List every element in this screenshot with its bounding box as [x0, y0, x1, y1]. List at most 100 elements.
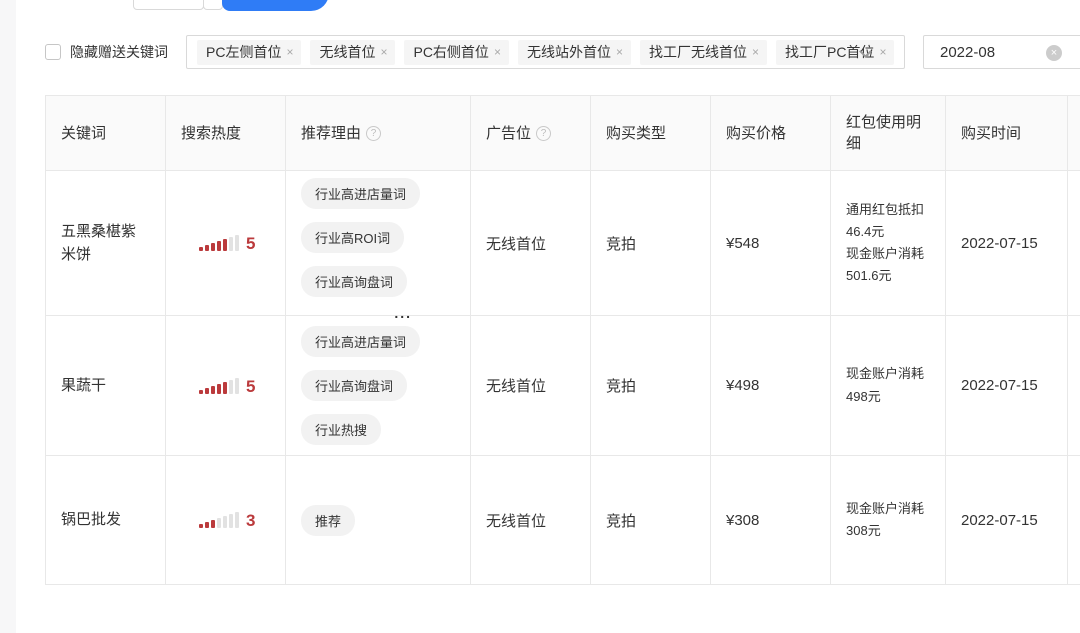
header-label-wrap: 红包使用明细: [846, 112, 930, 154]
header-label-wrap: 关键词: [61, 123, 106, 144]
header-cell-1: 关键词: [46, 96, 166, 170]
position-tag-label: PC左侧首位: [206, 42, 281, 62]
keyword-text: 五黑桑椹紫米饼: [61, 220, 145, 267]
purchase-time-text: 2022-07-15: [961, 377, 1038, 394]
cell-purchase-time: 2022-07-15: [946, 171, 1068, 315]
red-packet-line: 现金账户消耗498元: [846, 363, 930, 407]
cell-red-packet-detail: 现金账户消耗308元: [831, 456, 946, 584]
position-tag-chip[interactable]: 找工厂PC首位×: [776, 40, 894, 65]
purchase-time-text: 2022-07-15: [961, 235, 1038, 252]
header-label-wrap: 广告位?: [486, 123, 551, 144]
keyword-purchase-table: 关键词 搜索热度 推荐理由? 广告位? 购买类型 购买价格 红包使用明细 购买时间 五黑桑椹紫…: [45, 95, 1080, 585]
cell-search-heat: 5: [166, 171, 286, 315]
table-row: 果蔬干5行业高进店量词行业高询盘词行业热搜无线首位竞拍¥498现金账户消耗498…: [46, 316, 1080, 456]
header-label-wrap: 购买时间: [961, 123, 1021, 144]
header-cell-2: 搜索热度: [166, 96, 286, 170]
remove-tag-icon[interactable]: ×: [286, 45, 293, 59]
cell-ad-position: 无线首位: [471, 316, 591, 455]
remove-tag-icon[interactable]: ×: [879, 45, 886, 59]
top-partial-control-2[interactable]: [203, 0, 223, 10]
header-cell-6: 购买价格: [711, 96, 831, 170]
keyword-text: 果蔬干: [61, 374, 106, 397]
reason-tags: 行业高进店量词行业高ROI词行业高询盘词...: [301, 178, 420, 308]
header-cell-4: 广告位?: [471, 96, 591, 170]
ad-position-text: 无线首位: [486, 375, 546, 396]
reason-tag-chip: 行业高进店量词: [301, 326, 420, 357]
header-cell-8: 购买时间: [946, 96, 1068, 170]
column-header-label: 广告位: [486, 123, 531, 144]
table-row: 锅巴批发 3 推荐 无线首位 竞拍 ¥308 现金账户消耗308元 2022-07-15: [46, 456, 1080, 584]
column-header-label: 购买类型: [606, 123, 666, 144]
position-tag-label: 找工厂无线首位: [649, 42, 747, 62]
reason-tag-chip: 推荐: [301, 505, 355, 536]
red-packet-line: 现金账户消耗501.6元: [846, 243, 930, 287]
clear-date-icon[interactable]: ×: [1046, 45, 1062, 61]
red-packet-lines: 现金账户消耗308元: [846, 498, 930, 542]
cell-purchase-time: 2022-07-15: [946, 456, 1068, 584]
column-header-label: 购买时间: [961, 123, 1021, 144]
cell-ad-position: 无线首位: [471, 171, 591, 315]
remove-tag-icon[interactable]: ×: [380, 45, 387, 59]
cell-purchase-type: 竞拍: [591, 171, 711, 315]
header-label-wrap: 搜索热度: [181, 123, 241, 144]
purchase-type-text: 竞拍: [606, 233, 636, 254]
cell-search-heat: 5: [166, 316, 286, 455]
cell-ad-position: 无线首位: [471, 456, 591, 584]
position-tag-chip[interactable]: 无线首位×: [310, 40, 395, 65]
reason-tag-chip: 行业高ROI词: [301, 222, 404, 253]
cell-keyword: 锅巴批发: [46, 456, 166, 584]
position-tag-chip[interactable]: 无线站外首位×: [518, 40, 631, 65]
header-cell-3: 推荐理由?: [286, 96, 471, 170]
reason-tag-chip: 行业高询盘词: [301, 266, 407, 297]
header-cell-5: 购买类型: [591, 96, 711, 170]
red-packet-line: 现金账户消耗308元: [846, 498, 930, 542]
remove-tag-icon[interactable]: ×: [616, 45, 623, 59]
reason-tag-chip: 行业高进店量词: [301, 178, 420, 209]
cell-purchase-type: 竞拍: [591, 456, 711, 584]
cell-keyword: 五黑桑椹紫米饼: [46, 171, 166, 315]
reason-tag-chip: 行业热搜: [301, 414, 381, 445]
ad-position-text: 无线首位: [486, 233, 546, 254]
ad-position-multiselect[interactable]: PC左侧首位×无线首位×PC右侧首位×无线站外首位×找工厂无线首位×找工厂PC首…: [186, 35, 905, 69]
cell-purchase-time: 2022-07-15: [946, 316, 1068, 455]
cell-keyword: 果蔬干: [46, 316, 166, 455]
cell-purchase-price: ¥498: [711, 316, 831, 455]
hide-gifted-keywords-checkbox[interactable]: [45, 44, 61, 60]
column-header-label: 购买价格: [726, 123, 786, 144]
date-filter-input[interactable]: 2022-08 ×: [923, 35, 1080, 69]
header-partial-cell: [1068, 96, 1080, 170]
partial-cell: [1068, 171, 1080, 315]
help-icon[interactable]: ?: [366, 126, 381, 141]
table-row: 五黑桑椹紫米饼 5行业高进店量词行业高ROI词行业高询盘词... 无线首位 竞拍 ¥54…: [46, 171, 1080, 316]
position-tag-chip[interactable]: PC左侧首位 ×: [197, 40, 301, 65]
header-cell-7: 红包使用明细: [831, 96, 946, 170]
red-packet-line: 通用红包抵扣46.4元: [846, 199, 930, 243]
position-tag-chip[interactable]: 找工厂无线首位 ×: [640, 40, 767, 65]
help-icon[interactable]: ?: [536, 126, 551, 141]
ad-position-text: 无线首位: [486, 510, 546, 531]
red-packet-lines: 通用红包抵扣46.4元现金账户消耗501.6元: [846, 199, 930, 287]
remove-tag-icon[interactable]: ×: [752, 45, 759, 59]
signal-bars-icon: [199, 512, 239, 528]
table-header-row: 关键词 搜索热度 推荐理由? 广告位? 购买类型 购买价格 红包使用明细 购买时间: [46, 96, 1080, 171]
cell-purchase-price: ¥548: [711, 171, 831, 315]
cell-purchase-type: 竞拍: [591, 316, 711, 455]
column-header-label: 搜索热度: [181, 123, 241, 144]
cell-purchase-price: ¥308: [711, 456, 831, 584]
top-partial-blue-button[interactable]: [222, 0, 329, 11]
header-label-wrap: 购买类型: [606, 123, 666, 144]
partial-cell: [1068, 456, 1080, 584]
cell-reasons: 行业高进店量词行业高询盘词行业热搜: [286, 316, 471, 455]
reason-tag-chip: 行业高询盘词: [301, 370, 407, 401]
purchase-price-text: ¥498: [726, 377, 759, 394]
remove-tag-icon[interactable]: ×: [494, 45, 501, 59]
top-partial-control-1[interactable]: [133, 0, 204, 10]
heat-value: 3: [246, 513, 255, 528]
position-tag-chip[interactable]: PC右侧首位×: [404, 40, 508, 65]
purchase-price-text: ¥308: [726, 512, 759, 529]
cell-reasons: 推荐: [286, 456, 471, 584]
hide-gifted-keywords-label: 隐藏赠送关键词: [70, 44, 168, 60]
column-header-label: 关键词: [61, 123, 106, 144]
purchase-time-text: 2022-07-15: [961, 512, 1038, 529]
cell-search-heat: 3: [166, 456, 286, 584]
